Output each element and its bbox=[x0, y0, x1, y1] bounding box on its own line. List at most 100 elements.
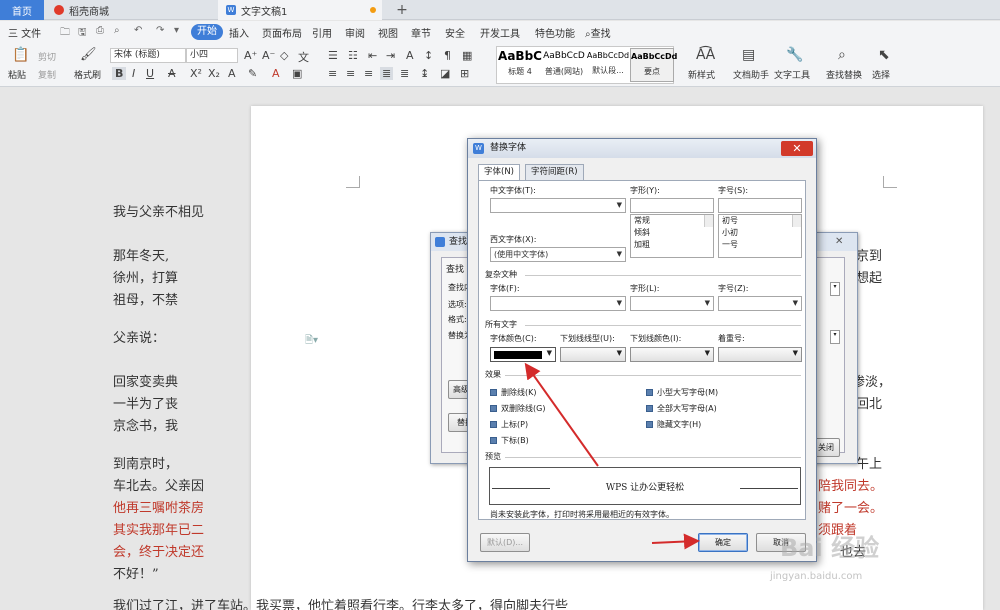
clear-format-icon[interactable]: ◇ bbox=[280, 49, 288, 62]
menu-special[interactable]: 特色功能 bbox=[535, 25, 575, 40]
menu-start[interactable]: 开始 bbox=[191, 24, 223, 40]
complex-style-select[interactable]: ▼ bbox=[630, 296, 714, 311]
tab-store[interactable]: 稻壳商城 bbox=[46, 0, 214, 20]
line-spacing-icon[interactable]: ↨ bbox=[420, 67, 429, 80]
tab-character-spacing[interactable]: 字符间距(R) bbox=[525, 164, 584, 180]
western-font-select[interactable]: (使用中文字体) ▼ bbox=[490, 247, 626, 262]
select-cursor-icon[interactable]: ⬉ bbox=[878, 47, 890, 63]
menu-insert[interactable]: 插入 bbox=[229, 25, 249, 40]
bullets-icon[interactable]: ☰ bbox=[328, 49, 338, 62]
dropdown-icon[interactable]: ▾ bbox=[830, 282, 840, 296]
close-icon[interactable]: ✕ bbox=[781, 141, 813, 156]
double-strikethrough-checkbox[interactable]: 双删除线(G) bbox=[490, 403, 545, 414]
font-color-icon[interactable]: A bbox=[272, 67, 280, 80]
strikethrough-checkbox[interactable]: 删除线(K) bbox=[490, 387, 537, 398]
underline-icon[interactable]: U bbox=[146, 67, 154, 80]
align-right-icon[interactable]: ≡ bbox=[364, 67, 373, 80]
font-name-select[interactable]: 宋体 (标题) bbox=[110, 48, 186, 63]
text-tools-button[interactable]: 文字工具 bbox=[774, 68, 810, 81]
default-button[interactable]: 默认(D)... bbox=[480, 533, 530, 552]
align-left-icon[interactable]: ≡ bbox=[328, 67, 337, 80]
dropdown-icon[interactable]: ▾ bbox=[830, 330, 840, 344]
find-replace-button[interactable]: 查找替换 bbox=[826, 68, 862, 81]
complex-size-select[interactable]: ▼ bbox=[718, 296, 802, 311]
copy-button[interactable]: 复制 bbox=[38, 68, 56, 81]
menu-review[interactable]: 审阅 bbox=[345, 25, 365, 40]
scrollbar[interactable] bbox=[792, 215, 801, 227]
tab-home[interactable]: 首页 bbox=[0, 0, 44, 20]
grow-font-icon[interactable]: A⁺ bbox=[244, 49, 257, 62]
subscript-icon[interactable]: X₂ bbox=[208, 67, 220, 80]
shrink-font-icon[interactable]: A⁻ bbox=[262, 49, 275, 62]
char-border-icon[interactable]: ▣ bbox=[292, 67, 302, 80]
hidden-text-checkbox[interactable]: 隐藏文字(H) bbox=[646, 419, 701, 430]
list-item[interactable]: 加粗 bbox=[631, 239, 713, 251]
align-center-icon[interactable]: ≡ bbox=[346, 67, 355, 80]
menu-file[interactable]: 三 文件 bbox=[8, 25, 41, 40]
font-color-picker[interactable]: ▼ bbox=[490, 347, 556, 362]
menu-security[interactable]: 安全 bbox=[445, 25, 465, 40]
ok-button[interactable]: 确定 bbox=[698, 533, 748, 552]
text-effect-icon[interactable]: A bbox=[228, 67, 236, 80]
chinese-font-select[interactable]: ▼ bbox=[490, 198, 626, 213]
underline-color-select[interactable]: ▼ bbox=[630, 347, 714, 362]
paste-icon[interactable]: 📋 bbox=[12, 47, 29, 63]
format-painter-icon[interactable]: 🖌 bbox=[80, 47, 97, 62]
superscript-checkbox[interactable]: 上标(P) bbox=[490, 419, 528, 430]
select-button[interactable]: 选择 bbox=[872, 68, 890, 81]
table-border-icon[interactable]: ▦ bbox=[462, 49, 472, 62]
paste-label[interactable]: 粘贴 bbox=[8, 68, 26, 81]
list-item[interactable]: 常规 bbox=[631, 215, 713, 227]
emphasis-mark-select[interactable]: ▼ bbox=[718, 347, 802, 362]
scrollbar[interactable] bbox=[704, 215, 713, 227]
style-normal-web[interactable]: AaBbCcD 普通(网站) bbox=[542, 48, 586, 82]
tab-document[interactable]: W 文字文稿1 bbox=[218, 0, 382, 20]
subscript-checkbox[interactable]: 下标(B) bbox=[490, 435, 529, 446]
borders-icon[interactable]: ⊞ bbox=[460, 67, 469, 80]
distribute-icon[interactable]: ≣ bbox=[400, 67, 409, 80]
shading-icon[interactable]: ◪ bbox=[440, 67, 450, 80]
doc-assistant-button[interactable]: 文档助手 bbox=[733, 68, 769, 81]
show-marks-icon[interactable]: ¶ bbox=[444, 49, 451, 62]
doc-assistant-icon[interactable]: ▤ bbox=[742, 47, 755, 63]
new-style-icon[interactable]: A͡A bbox=[696, 47, 715, 63]
font-size-list[interactable]: 初号 小初 一号 bbox=[718, 214, 802, 258]
font-style-list[interactable]: 常规 倾斜 加粗 bbox=[630, 214, 714, 258]
list-item[interactable]: 倾斜 bbox=[631, 227, 713, 239]
format-painter-button[interactable]: 格式刷 bbox=[74, 68, 101, 81]
text-tools-icon[interactable]: 🔧 bbox=[786, 47, 803, 63]
cut-button[interactable]: 剪切 bbox=[38, 50, 56, 63]
bold-icon[interactable]: B bbox=[112, 67, 127, 80]
list-item[interactable]: 小初 bbox=[719, 227, 801, 239]
find-tab[interactable]: 查找 bbox=[446, 262, 464, 275]
paragraph-marker-icon[interactable]: 🗎▾ bbox=[305, 333, 318, 350]
strikethrough-icon[interactable]: A bbox=[168, 67, 176, 80]
phonetic-icon[interactable]: 文 bbox=[298, 49, 309, 65]
sort-icon[interactable]: ↕ bbox=[424, 49, 433, 62]
italic-icon[interactable]: I bbox=[132, 67, 135, 80]
list-item[interactable]: 一号 bbox=[719, 239, 801, 251]
style-heading4[interactable]: AaBbC 标题 4 bbox=[498, 48, 542, 82]
open-icon[interactable]: 🗀 bbox=[60, 25, 70, 42]
underline-style-select[interactable]: ▼ bbox=[560, 347, 626, 362]
new-tab-button[interactable]: + bbox=[394, 0, 410, 20]
close-icon[interactable]: ✕ bbox=[835, 233, 843, 251]
indent-icon[interactable]: ⇥ bbox=[386, 49, 395, 62]
complex-font-select[interactable]: ▼ bbox=[490, 296, 626, 311]
font-style-input[interactable] bbox=[630, 198, 714, 213]
menu-search[interactable]: ⌕查找 bbox=[585, 25, 611, 40]
all-caps-checkbox[interactable]: 全部大写字母(A) bbox=[646, 403, 717, 414]
justify-icon[interactable]: ≣ bbox=[380, 67, 394, 80]
tab-font[interactable]: 字体(N) bbox=[478, 164, 520, 181]
numbering-icon[interactable]: ☷ bbox=[348, 49, 358, 62]
highlight-icon[interactable]: ✎ bbox=[248, 67, 257, 80]
save-icon[interactable]: 🖫 bbox=[78, 25, 87, 42]
more-chevron-icon[interactable]: ▾ bbox=[174, 25, 179, 36]
print-icon[interactable]: ⎙ bbox=[96, 25, 104, 36]
font-size-select[interactable]: 小四 bbox=[186, 48, 238, 63]
undo-icon[interactable]: ↶ bbox=[134, 25, 142, 36]
menu-page-layout[interactable]: 页面布局 bbox=[262, 25, 302, 40]
style-default-paragraph[interactable]: AaBbCcDd 默认段... bbox=[586, 48, 630, 82]
menu-references[interactable]: 引用 bbox=[312, 25, 332, 40]
preview-icon[interactable]: ⌕ bbox=[114, 25, 120, 36]
